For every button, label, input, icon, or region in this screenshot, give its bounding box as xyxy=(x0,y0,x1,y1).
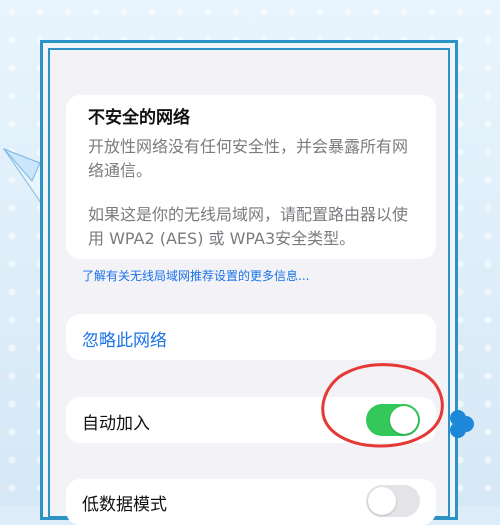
low-data-mode-label: 低数据模式 xyxy=(82,495,167,515)
auto-join-label: 自动加入 xyxy=(82,414,150,434)
forget-network-label: 忽略此网络 xyxy=(82,331,167,351)
forget-network-button[interactable]: 忽略此网络 xyxy=(66,314,436,360)
toggle-knob xyxy=(368,487,396,515)
warning-title: 不安全的网络 xyxy=(88,108,190,128)
learn-more-link[interactable]: 了解有关无线局域网推荐设置的更多信息... xyxy=(82,267,309,284)
warning-text-1: 开放性网络没有任何安全性，并会暴露所有网络通信。 xyxy=(88,137,409,180)
auto-join-toggle[interactable] xyxy=(366,404,420,436)
low-data-mode-row: 低数据模式 xyxy=(66,479,436,525)
auto-join-row: 自动加入 xyxy=(66,397,436,443)
warning-text-2: 如果这是你的无线局域网，请配置路由器以使用 WPA2 (AES) 或 WPA3安… xyxy=(88,205,409,248)
toggle-knob xyxy=(390,406,418,434)
cloud-icon xyxy=(450,410,474,438)
security-warning-card: 不安全的网络 开放性网络没有任何安全性，并会暴露所有网络通信。 如果这是你的无线… xyxy=(66,95,436,259)
low-data-mode-toggle[interactable] xyxy=(366,485,420,517)
